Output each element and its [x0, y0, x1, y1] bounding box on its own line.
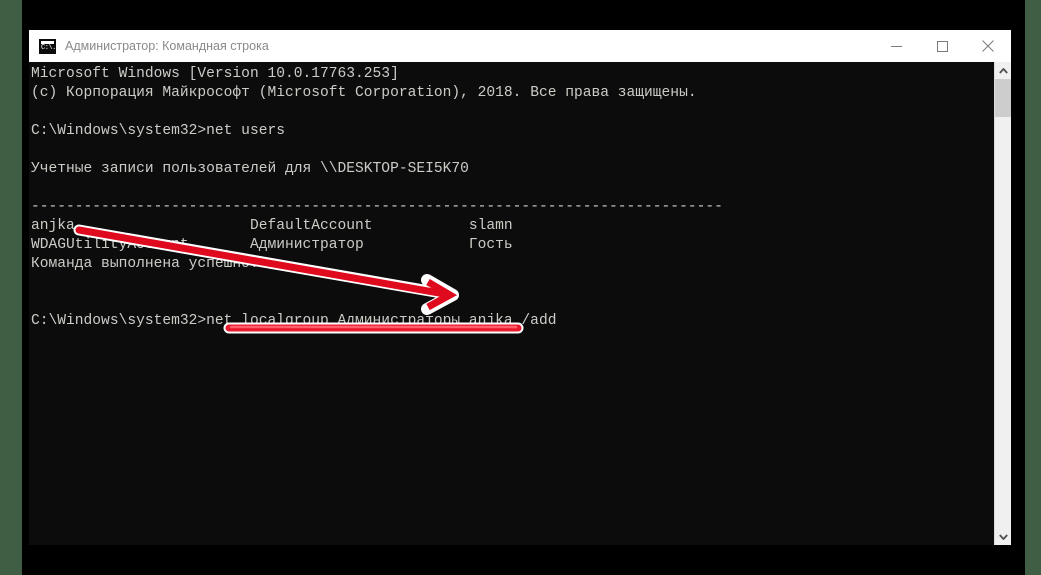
window-title-bar[interactable]: Администратор: Командная строка: [29, 30, 1011, 62]
window-controls: [873, 30, 1011, 62]
scroll-down-arrow[interactable]: [995, 528, 1011, 545]
command-prompt-window: Администратор: Командная строка: [29, 30, 1011, 545]
scrollbar-thumb[interactable]: [995, 79, 1011, 117]
maximize-button[interactable]: [919, 30, 965, 62]
window-title: Администратор: Командная строка: [65, 39, 269, 53]
vertical-scrollbar[interactable]: [994, 62, 1011, 545]
screen: Администратор: Командная строка: [0, 0, 1041, 575]
console-icon: [39, 38, 56, 54]
scroll-up-arrow[interactable]: [995, 62, 1011, 79]
console-text: Microsoft Windows [Version 10.0.17763.25…: [31, 66, 723, 329]
minimize-button[interactable]: [873, 30, 919, 62]
console-output-area[interactable]: Microsoft Windows [Version 10.0.17763.25…: [29, 62, 1011, 545]
close-button[interactable]: [965, 30, 1011, 62]
